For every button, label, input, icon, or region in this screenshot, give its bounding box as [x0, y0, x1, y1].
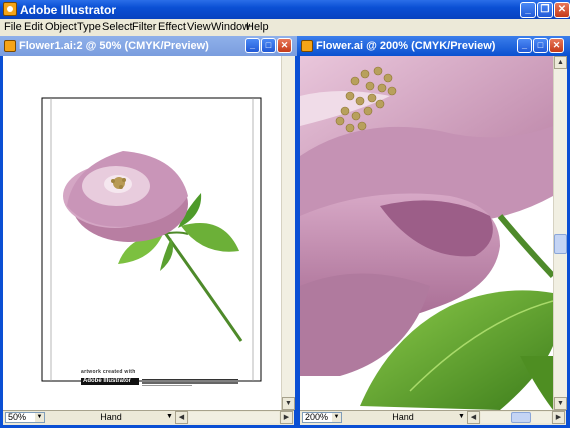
menu-file[interactable]: File — [4, 21, 22, 33]
scroll-right-icon[interactable]: ▶ — [552, 411, 565, 424]
left-document-title: Flower1.ai:2 @ 50% (CMYK/Preview) — [19, 40, 209, 52]
left-horizontal-scrollbar[interactable] — [189, 412, 279, 423]
right-close-button[interactable]: ✕ — [549, 38, 564, 53]
scroll-right-icon[interactable]: ▶ — [280, 411, 293, 424]
left-maximize-button[interactable]: □ — [261, 38, 276, 53]
right-vertical-scrollbar[interactable]: ▲ ▼ — [553, 56, 567, 410]
menu-filter[interactable]: Filter — [132, 21, 156, 33]
restore-button[interactable]: ❐ — [537, 2, 553, 18]
document-icon — [4, 40, 16, 52]
left-document-title-bar[interactable]: Flower1.ai:2 @ 50% (CMYK/Preview) _ □ ✕ — [0, 36, 297, 56]
left-minimize-button[interactable]: _ — [245, 38, 260, 53]
menu-select[interactable]: Select — [102, 21, 133, 33]
left-close-button[interactable]: ✕ — [277, 38, 292, 53]
right-minimize-button[interactable]: _ — [517, 38, 532, 53]
workspace: Flower1.ai:2 @ 50% (CMYK/Preview) _ □ ✕ — [0, 36, 570, 428]
left-zoom-select[interactable]: 50% ▼ — [5, 412, 45, 423]
right-maximize-button[interactable]: □ — [533, 38, 548, 53]
illustrator-logo-text: Adobe Illustrator — [83, 378, 132, 384]
status-menu-arrow-icon[interactable]: ▼ — [166, 413, 173, 420]
document-icon — [301, 40, 313, 52]
left-artboard-canvas[interactable]: artwork created with Adobe Illustrator — [3, 56, 281, 410]
right-hscroll-thumb[interactable] — [511, 412, 531, 423]
scroll-down-icon[interactable]: ▼ — [282, 397, 295, 410]
credit-text: artwork created with — [81, 369, 136, 375]
menu-bar: File Edit Object Type Select Filter Effe… — [0, 19, 570, 37]
menu-view[interactable]: View — [187, 21, 211, 33]
menu-window[interactable]: Window — [211, 21, 250, 33]
right-status-bar: 200% ▼ Hand ▼ ◀ ▶ — [300, 410, 566, 425]
chevron-down-icon: ▼ — [332, 413, 341, 422]
left-artwork — [41, 97, 262, 386]
scroll-left-icon[interactable]: ◀ — [467, 411, 480, 424]
illustrator-app-icon — [3, 2, 17, 16]
menu-object[interactable]: Object — [45, 21, 77, 33]
right-document-title-bar[interactable]: Flower.ai @ 200% (CMYK/Preview) _ □ ✕ — [297, 36, 570, 56]
menu-edit[interactable]: Edit — [24, 21, 43, 33]
right-status-tool[interactable]: Hand — [348, 412, 458, 423]
scroll-up-icon[interactable]: ▲ — [554, 56, 567, 69]
stem — [497, 214, 553, 279]
left-document-window: Flower1.ai:2 @ 50% (CMYK/Preview) _ □ ✕ — [0, 36, 297, 428]
chevron-down-icon: ▼ — [35, 413, 44, 422]
right-document-window: Flower.ai @ 200% (CMYK/Preview) _ □ ✕ ▲ … — [297, 36, 570, 428]
scroll-down-icon[interactable]: ▼ — [554, 397, 567, 410]
right-scroll-thumb[interactable] — [554, 234, 567, 254]
app-title: Adobe Illustrator — [20, 3, 117, 17]
close-button[interactable]: ✕ — [554, 2, 570, 18]
menu-type[interactable]: Type — [77, 21, 101, 33]
app-title-bar[interactable]: Adobe Illustrator _ ❐ ✕ — [0, 0, 570, 19]
menu-effect[interactable]: Effect — [158, 21, 186, 33]
right-artboard-canvas[interactable] — [300, 56, 553, 410]
menu-help[interactable]: Help — [246, 21, 269, 33]
minimize-button[interactable]: _ — [520, 2, 536, 18]
right-artwork — [300, 56, 553, 410]
right-zoom-select[interactable]: 200% ▼ — [302, 412, 342, 423]
right-horizontal-scrollbar[interactable] — [481, 412, 551, 423]
right-document-title: Flower.ai @ 200% (CMYK/Preview) — [316, 40, 496, 52]
left-status-bar: 50% ▼ Hand ▼ ◀ ▶ — [3, 410, 294, 425]
left-vertical-scrollbar[interactable]: ▼ — [281, 56, 295, 410]
scroll-left-icon[interactable]: ◀ — [175, 411, 188, 424]
status-menu-arrow-icon[interactable]: ▼ — [458, 413, 465, 420]
left-status-tool[interactable]: Hand — [51, 412, 171, 423]
